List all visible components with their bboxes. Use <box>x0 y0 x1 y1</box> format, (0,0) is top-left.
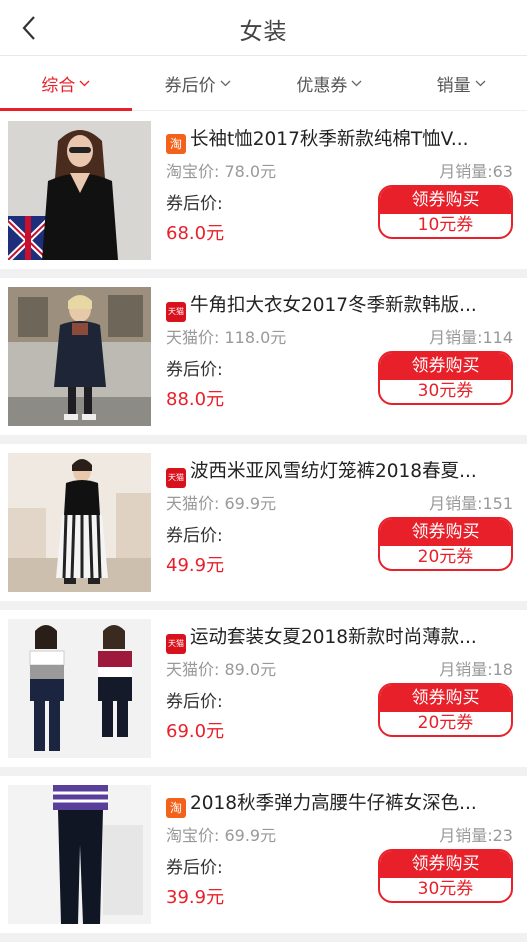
chevron-down-icon <box>220 80 231 87</box>
product-image[interactable] <box>8 785 151 924</box>
product-title[interactable]: 淘 2018秋季弹力高腰牛仔裤女深色... <box>166 789 516 818</box>
tab-comprehensive[interactable]: 综合 <box>0 57 132 111</box>
product-list: 淘长袖t恤2017秋季新款纯棉T恤V... 淘宝价: 78.0元 月销量:63 … <box>0 112 527 942</box>
tab-sales[interactable]: 销量 <box>395 57 527 110</box>
sort-tabs: 综合 券后价 优惠券 销量 <box>0 57 527 111</box>
tab-after-coupon-price[interactable]: 券后价 <box>132 57 264 110</box>
buy-label: 领券购买 <box>380 353 511 380</box>
product-item[interactable]: 天猫 波西米亚风雪纺灯笼裤2018春夏... 天猫价: 69.9元 月销量:151… <box>0 444 527 610</box>
tab-label: 券后价 <box>164 76 216 96</box>
tab-label: 销量 <box>436 76 471 96</box>
chevron-down-icon <box>351 80 362 87</box>
monthly-sales: 月销量:23 <box>439 826 513 845</box>
taobao-icon: 淘 <box>166 134 186 154</box>
product-title[interactable]: 天猫 牛角扣大衣女2017冬季新款韩版... <box>166 291 516 322</box>
original-price: 天猫价: 118.0元 <box>166 328 287 347</box>
after-coupon-price: 49.9元 <box>166 555 225 576</box>
product-title[interactable]: 淘长袖t恤2017秋季新款纯棉T恤V... <box>166 125 516 154</box>
tab-label: 综合 <box>41 76 76 96</box>
coupon-amount: 10元券 <box>417 215 474 235</box>
buy-label: 领券购买 <box>380 685 511 712</box>
original-price: 天猫价: 69.9元 <box>166 494 277 513</box>
product-item[interactable]: 天猫 运动套装女夏2018新款时尚薄款... 天猫价: 89.0元 月销量:18 … <box>0 610 527 776</box>
product-item[interactable]: 天猫 牛角扣大衣女2017冬季新款韩版... 天猫价: 118.0元 月销量:11… <box>0 278 527 444</box>
after-coupon-price: 69.0元 <box>166 721 225 742</box>
after-coupon-price: 68.0元 <box>166 223 225 244</box>
after-coupon-label: 券后价: <box>166 526 223 546</box>
buy-label: 领券购买 <box>380 519 511 546</box>
coupon-amount: 20元券 <box>417 713 474 733</box>
tab-coupon[interactable]: 优惠券 <box>264 57 396 110</box>
get-coupon-buy-button[interactable]: 领券购买 30元券 <box>378 849 513 903</box>
buy-label: 领券购买 <box>380 851 511 878</box>
after-coupon-price: 88.0元 <box>166 389 225 410</box>
taobao-icon: 淘 <box>166 798 186 818</box>
tmall-icon: 天猫 <box>166 468 186 488</box>
page-title: 女装 <box>239 19 288 45</box>
original-price: 天猫价: 89.0元 <box>166 660 277 679</box>
product-image[interactable] <box>8 453 151 592</box>
buy-label: 领券购买 <box>380 187 511 214</box>
tmall-icon: 天猫 <box>166 302 186 322</box>
after-coupon-price: 39.9元 <box>166 887 225 908</box>
original-price: 淘宝价: 69.9元 <box>166 826 277 845</box>
get-coupon-buy-button[interactable]: 领券购买 30元券 <box>378 351 513 405</box>
monthly-sales: 月销量:151 <box>429 494 513 513</box>
get-coupon-buy-button[interactable]: 领券购买 20元券 <box>378 683 513 737</box>
chevron-down-icon <box>79 80 90 87</box>
coupon-amount: 30元券 <box>417 381 474 401</box>
product-title[interactable]: 天猫 波西米亚风雪纺灯笼裤2018春夏... <box>166 457 516 488</box>
product-image[interactable] <box>8 619 151 758</box>
after-coupon-label: 券后价: <box>166 194 223 214</box>
chevron-down-icon <box>475 80 486 87</box>
coupon-amount: 20元券 <box>417 547 474 567</box>
product-item[interactable]: 淘长袖t恤2017秋季新款纯棉T恤V... 淘宝价: 78.0元 月销量:63 … <box>0 112 527 278</box>
tmall-icon: 天猫 <box>166 634 186 654</box>
product-image[interactable] <box>8 121 151 260</box>
coupon-amount: 30元券 <box>417 879 474 899</box>
product-title[interactable]: 天猫 运动套装女夏2018新款时尚薄款... <box>166 623 516 654</box>
after-coupon-label: 券后价: <box>166 360 223 380</box>
after-coupon-label: 券后价: <box>166 692 223 712</box>
get-coupon-buy-button[interactable]: 领券购买 10元券 <box>378 185 513 239</box>
after-coupon-label: 券后价: <box>166 858 223 878</box>
monthly-sales: 月销量:63 <box>439 162 513 181</box>
product-item[interactable]: 淘 2018秋季弹力高腰牛仔裤女深色... 淘宝价: 69.9元 月销量:23 券… <box>0 776 527 942</box>
product-image[interactable] <box>8 287 151 426</box>
original-price: 淘宝价: 78.0元 <box>166 162 277 181</box>
monthly-sales: 月销量:18 <box>439 660 513 679</box>
get-coupon-buy-button[interactable]: 领券购买 20元券 <box>378 517 513 571</box>
monthly-sales: 月销量:114 <box>429 328 513 347</box>
tab-label: 优惠券 <box>296 76 348 96</box>
top-bar: 女装 <box>0 0 527 56</box>
